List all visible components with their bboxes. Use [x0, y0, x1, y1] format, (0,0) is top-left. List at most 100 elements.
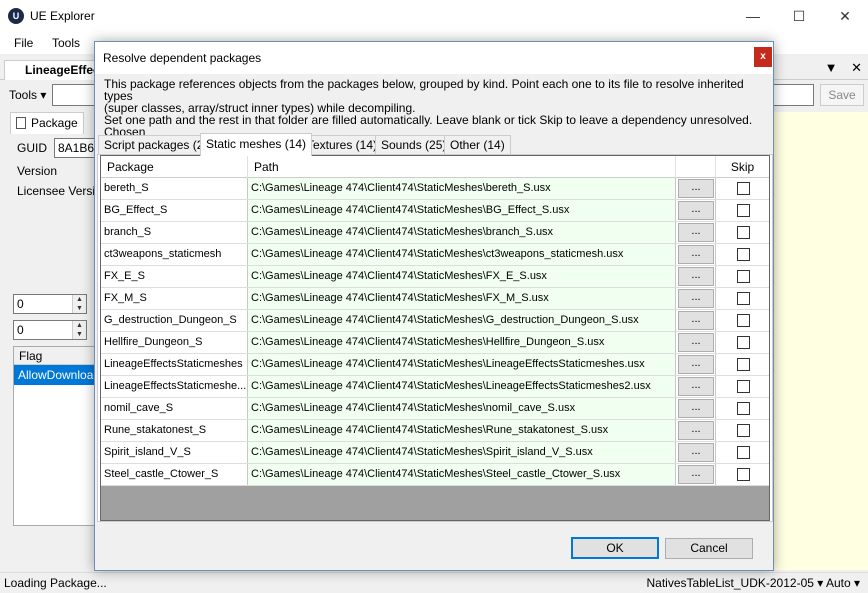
tab-script-packages[interactable]: Script packages (2) — [98, 135, 214, 155]
table-row[interactable]: FX_E_S C:\Games\Lineage 474\Client474\Sta… — [101, 266, 769, 288]
skip-checkbox[interactable] — [737, 424, 750, 437]
package-cell[interactable]: Hellfire_Dungeon_S — [101, 332, 248, 353]
browse-button[interactable]: ... — [678, 377, 714, 396]
package-cell[interactable]: Steel_castle_Ctower_S — [101, 464, 248, 485]
package-tab[interactable]: Package — [10, 112, 84, 134]
package-cell[interactable]: FX_E_S — [101, 266, 248, 287]
browse-button[interactable]: ... — [678, 443, 714, 462]
path-cell[interactable]: C:\Games\Lineage 474\Client474\StaticMes… — [248, 288, 676, 309]
table-row[interactable]: LineageEffectsStaticmeshe... C:\Games\Lin… — [101, 376, 769, 398]
skip-checkbox[interactable] — [737, 380, 750, 393]
menu-tools[interactable]: Tools — [52, 36, 80, 50]
browse-button[interactable]: ... — [678, 399, 714, 418]
menu-file[interactable]: File — [14, 36, 33, 50]
tab-other[interactable]: Other (14) — [444, 135, 511, 155]
path-cell[interactable]: C:\Games\Lineage 474\Client474\StaticMes… — [248, 442, 676, 463]
skip-checkbox[interactable] — [737, 248, 750, 261]
table-row[interactable]: Hellfire_Dungeon_S C:\Games\Lineage 474\C… — [101, 332, 769, 354]
column-header-skip[interactable]: Skip — [716, 156, 769, 178]
guid-field[interactable]: 8A1B61 — [54, 138, 96, 158]
package-cell[interactable]: branch_S — [101, 222, 248, 243]
table-row[interactable]: Steel_castle_Ctower_S C:\Games\Lineage 47… — [101, 464, 769, 486]
status-right-selectors[interactable]: NativesTableList_UDK-2012-05 ▾ Auto ▾ — [647, 576, 861, 590]
tab-sounds[interactable]: Sounds (25) — [375, 135, 453, 155]
dialog-close-button[interactable]: x — [754, 47, 772, 67]
stepper-2-arrows[interactable]: ▲ ▼ — [72, 321, 86, 339]
browse-button[interactable]: ... — [678, 223, 714, 242]
tab-textures[interactable]: Textures (14) — [301, 135, 384, 155]
skip-checkbox[interactable] — [737, 336, 750, 349]
skip-checkbox[interactable] — [737, 270, 750, 283]
ok-button[interactable]: OK — [571, 537, 659, 559]
column-header-package[interactable]: Package — [101, 156, 248, 178]
cancel-button[interactable]: Cancel — [665, 538, 753, 559]
skip-checkbox[interactable] — [737, 402, 750, 415]
table-row[interactable]: bereth_S C:\Games\Lineage 474\Client474\S… — [101, 178, 769, 200]
flag-item-allowdownload[interactable]: AllowDownload — [14, 365, 95, 385]
skip-checkbox[interactable] — [737, 314, 750, 327]
numeric-stepper-2[interactable]: 0 ▲ ▼ — [13, 320, 87, 340]
stepper-1-arrows[interactable]: ▲ ▼ — [72, 295, 86, 313]
path-cell[interactable]: C:\Games\Lineage 474\Client474\StaticMes… — [248, 178, 676, 199]
numeric-stepper-1[interactable]: 0 ▲ ▼ — [13, 294, 87, 314]
maximize-button[interactable]: ☐ — [776, 0, 822, 32]
path-cell[interactable]: C:\Games\Lineage 474\Client474\StaticMes… — [248, 310, 676, 331]
skip-checkbox[interactable] — [737, 182, 750, 195]
column-header-browse[interactable] — [676, 156, 716, 178]
document-tab[interactable]: LineageEffec — [4, 60, 98, 80]
tab-static-meshes[interactable]: Static meshes (14) — [200, 133, 313, 156]
path-cell[interactable]: C:\Games\Lineage 474\Client474\StaticMes… — [248, 376, 676, 397]
path-cell[interactable]: C:\Games\Lineage 474\Client474\StaticMes… — [248, 464, 676, 485]
browse-button[interactable]: ... — [678, 267, 714, 286]
skip-checkbox[interactable] — [737, 226, 750, 239]
path-cell[interactable]: C:\Games\Lineage 474\Client474\StaticMes… — [248, 200, 676, 221]
package-cell[interactable]: bereth_S — [101, 178, 248, 199]
path-cell[interactable]: C:\Games\Lineage 474\Client474\StaticMes… — [248, 420, 676, 441]
table-row[interactable]: Spirit_island_V_S C:\Games\Lineage 474\Cl… — [101, 442, 769, 464]
path-cell[interactable]: C:\Games\Lineage 474\Client474\StaticMes… — [248, 244, 676, 265]
browse-button[interactable]: ... — [678, 245, 714, 264]
table-row[interactable]: Rune_stakatonest_S C:\Games\Lineage 474\C… — [101, 420, 769, 442]
table-row[interactable]: nomil_cave_S C:\Games\Lineage 474\Client4… — [101, 398, 769, 420]
browse-button[interactable]: ... — [678, 289, 714, 308]
package-cell[interactable]: BG_Effect_S — [101, 200, 248, 221]
table-row[interactable]: FX_M_S C:\Games\Lineage 474\Client474\Sta… — [101, 288, 769, 310]
dock-close-icon[interactable]: ✕ — [851, 60, 862, 75]
browse-button[interactable]: ... — [678, 465, 714, 484]
package-cell[interactable]: ct3weapons_staticmesh — [101, 244, 248, 265]
table-row[interactable]: ct3weapons_staticmesh C:\Games\Lineage 47… — [101, 244, 769, 266]
browse-button[interactable]: ... — [678, 421, 714, 440]
column-header-path[interactable]: Path — [248, 156, 676, 178]
browse-button[interactable]: ... — [678, 179, 714, 198]
browse-button[interactable]: ... — [678, 333, 714, 352]
flag-header[interactable]: Flag — [14, 347, 95, 365]
table-row[interactable]: branch_S C:\Games\Lineage 474\Client474\S… — [101, 222, 769, 244]
browse-button[interactable]: ... — [678, 311, 714, 330]
path-cell[interactable]: C:\Games\Lineage 474\Client474\StaticMes… — [248, 398, 676, 419]
package-cell[interactable]: FX_M_S — [101, 288, 248, 309]
package-cell[interactable]: LineageEffectsStaticmeshe... — [101, 376, 248, 397]
table-row[interactable]: G_destruction_Dungeon_S C:\Games\Lineage … — [101, 310, 769, 332]
package-cell[interactable]: LineageEffectsStaticmeshes — [101, 354, 248, 375]
skip-checkbox[interactable] — [737, 358, 750, 371]
path-cell[interactable]: C:\Games\Lineage 474\Client474\StaticMes… — [248, 222, 676, 243]
path-cell[interactable]: C:\Games\Lineage 474\Client474\StaticMes… — [248, 266, 676, 287]
package-cell[interactable]: G_destruction_Dungeon_S — [101, 310, 248, 331]
close-window-button[interactable]: ✕ — [822, 0, 868, 32]
table-row[interactable]: BG_Effect_S C:\Games\Lineage 474\Client47… — [101, 200, 769, 222]
tools-dropdown[interactable]: Tools ▾ — [9, 88, 46, 102]
path-cell[interactable]: C:\Games\Lineage 474\Client474\StaticMes… — [248, 332, 676, 353]
skip-checkbox[interactable] — [737, 446, 750, 459]
save-button[interactable]: Save — [820, 84, 864, 106]
skip-checkbox[interactable] — [737, 468, 750, 481]
filter-input[interactable] — [770, 84, 814, 106]
minimize-button[interactable]: — — [730, 0, 776, 32]
path-cell[interactable]: C:\Games\Lineage 474\Client474\StaticMes… — [248, 354, 676, 375]
skip-checkbox[interactable] — [737, 204, 750, 217]
package-cell[interactable]: Rune_stakatonest_S — [101, 420, 248, 441]
table-row[interactable]: LineageEffectsStaticmeshes C:\Games\Linea… — [101, 354, 769, 376]
package-cell[interactable]: nomil_cave_S — [101, 398, 248, 419]
browse-button[interactable]: ... — [678, 201, 714, 220]
browse-button[interactable]: ... — [678, 355, 714, 374]
package-cell[interactable]: Spirit_island_V_S — [101, 442, 248, 463]
